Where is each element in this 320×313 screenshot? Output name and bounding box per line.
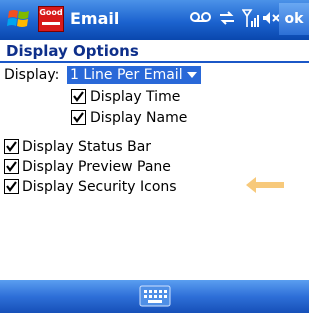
ok-button[interactable]: ok	[279, 3, 309, 35]
keyboard-icon[interactable]	[139, 285, 171, 307]
highlight-arrow-icon	[246, 177, 284, 193]
chevron-down-icon	[186, 72, 197, 78]
checkmark-icon	[73, 112, 84, 123]
speaker-mute-icon[interactable]	[262, 11, 280, 25]
display-dropdown-value: 1 Line Per Email	[70, 67, 183, 83]
app-title: Email	[70, 9, 120, 28]
checkmark-icon	[6, 141, 17, 152]
display-time-label: Display Time	[90, 89, 181, 105]
title-bar: Good Email ok	[0, 0, 309, 40]
good-logo: Good	[38, 6, 64, 32]
sync-icon[interactable]	[218, 10, 236, 26]
display-preview-pane-checkbox[interactable]	[4, 159, 19, 174]
checkmark-icon	[6, 161, 17, 172]
display-name-label: Display Name	[90, 110, 188, 126]
display-label: Display:	[4, 67, 60, 83]
voicemail-icon	[190, 12, 211, 22]
display-status-bar-label: Display Status Bar	[22, 139, 152, 155]
signal-icon[interactable]	[242, 8, 260, 28]
display-dropdown[interactable]: 1 Line Per Email	[67, 66, 201, 84]
display-name-checkbox[interactable]	[71, 110, 86, 125]
checkmark-icon	[6, 181, 17, 192]
display-preview-pane-label: Display Preview Pane	[22, 159, 171, 175]
display-status-bar-checkbox[interactable]	[4, 139, 19, 154]
bottom-menu-bar	[0, 280, 309, 313]
display-security-icons-checkbox[interactable]	[4, 179, 19, 194]
display-time-checkbox[interactable]	[71, 89, 86, 104]
good-logo-text: Good	[39, 8, 63, 17]
page-header: Display Options	[0, 40, 309, 63]
page-title: Display Options	[6, 42, 139, 60]
windows-flag-icon[interactable]	[6, 6, 32, 32]
display-security-icons-label: Display Security Icons	[22, 179, 177, 195]
checkmark-icon	[73, 91, 84, 102]
